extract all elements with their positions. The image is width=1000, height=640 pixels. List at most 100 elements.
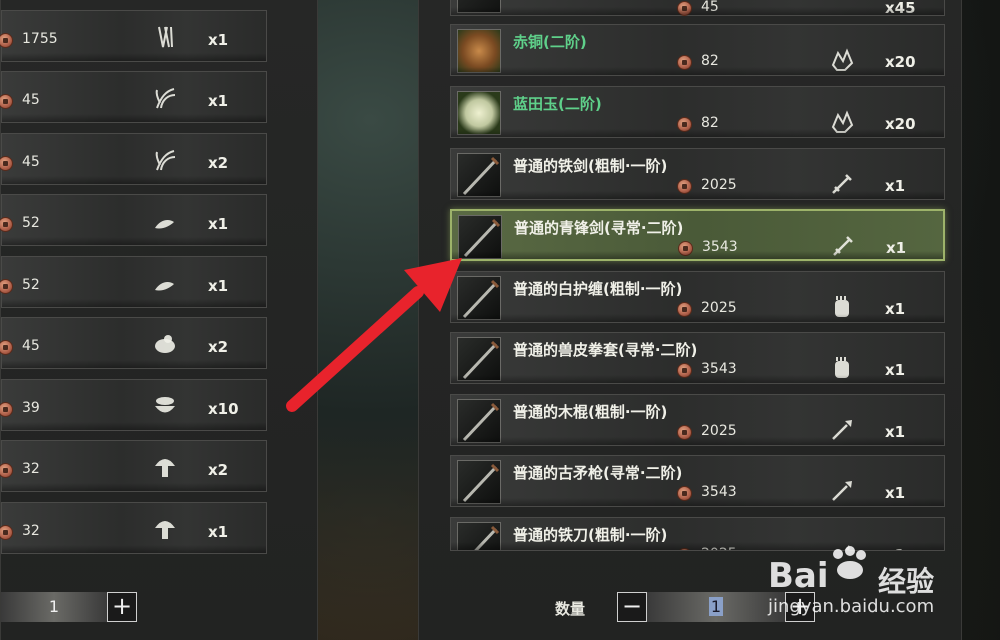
watermark-brand: Bai [768, 556, 829, 596]
item-name: 普通的铁刀(粗制·一阶) [513, 526, 668, 544]
item-quantity: x1 [208, 92, 229, 110]
coin-icon [677, 486, 692, 501]
coin-icon [0, 340, 13, 355]
baidu-jingyan-watermark: Bai 经验 jingyan.baidu.com [768, 546, 988, 638]
left-quantity-field[interactable]: 1 [1, 592, 107, 622]
item-quantity: x2 [208, 338, 229, 356]
left-quantity-bar: 1 + [1, 588, 301, 628]
herb-icon [155, 150, 176, 171]
fish-icon [155, 276, 174, 291]
item-quantity: x20 [885, 53, 916, 71]
item-price: 82 [701, 115, 719, 131]
list-item[interactable]: 普通的木棍(粗制·一阶) 2025 x1 [450, 394, 945, 446]
item-price: 3543 [701, 484, 737, 500]
bowl-icon [155, 397, 175, 413]
coin-icon [677, 302, 692, 317]
fist-icon [835, 357, 849, 378]
item-name: 普通的古矛枪(寻常·二阶) [513, 464, 683, 482]
tree-bark-icon [158, 26, 173, 48]
coin-icon [0, 402, 13, 417]
coin-icon [677, 548, 692, 550]
list-item[interactable]: 52 x1 [0, 256, 267, 308]
sword-icon [833, 236, 853, 256]
food-icon [155, 335, 175, 353]
list-item[interactable]: 45 x2 [0, 133, 267, 185]
item-price: 2025 [701, 546, 737, 550]
list-item[interactable]: 普通的兽皮拳套(寻常·二阶) 3543 x1 [450, 332, 945, 384]
right-quantity-field[interactable]: 1 [647, 592, 785, 622]
list-item[interactable]: 45 x1 [0, 71, 267, 123]
item-thumbnail [457, 153, 501, 197]
item-quantity: x45 [885, 0, 916, 17]
item-price: 2025 [701, 177, 737, 193]
fish-icon [155, 214, 174, 229]
item-price: 52 [22, 277, 40, 293]
weapon-thumbnail-icon [462, 463, 500, 503]
item-name: 普通的青锋剑(寻常·二阶) [514, 219, 684, 237]
coin-icon [0, 463, 13, 478]
coin-icon [677, 117, 692, 132]
item-quantity: x2 [208, 461, 229, 479]
item-quantity: x1 [208, 215, 229, 233]
watermark-url: jingyan.baidu.com [768, 596, 935, 617]
fist-icon [835, 296, 849, 317]
list-item[interactable]: 普通的白护缠(粗制·一阶) 2025 x1 [450, 271, 945, 323]
item-name: 普通的木棍(粗制·一阶) [513, 403, 668, 421]
item-quantity: x1 [885, 361, 906, 379]
list-item[interactable]: 45 x2 [0, 317, 267, 369]
list-item[interactable]: 32 x1 [0, 502, 267, 554]
item-quantity: x1 [208, 31, 229, 49]
item-quantity: x1 [885, 423, 906, 441]
item-price: 45 [22, 92, 40, 108]
item-name: 蓝田玉(二阶) [513, 95, 602, 113]
herb-icon [155, 88, 176, 109]
list-item[interactable]: 蓝田玉(二阶) 82 x20 [450, 86, 945, 138]
item-thumbnail [457, 29, 501, 73]
list-item-selected[interactable]: 普通的青锋剑(寻常·二阶) 3543 x1 [450, 209, 945, 261]
item-quantity: x1 [885, 177, 906, 195]
list-item[interactable]: 赤铜(二阶) 82 x20 [450, 24, 945, 76]
item-name: 普通的白护缠(粗制·一阶) [513, 280, 683, 298]
list-item-partial[interactable]: 45 x45 [450, 0, 945, 17]
item-thumbnail [457, 0, 501, 13]
item-price: 45 [701, 0, 719, 15]
item-thumbnail [457, 276, 501, 320]
ore-icon [831, 48, 854, 71]
coin-icon [677, 179, 692, 194]
list-item[interactable]: 52 x1 [0, 194, 267, 246]
list-item[interactable]: 普通的古矛枪(寻常·二阶) 3543 x1 [450, 455, 945, 507]
item-price: 52 [22, 215, 40, 231]
quantity-label: 数量 [555, 600, 586, 618]
item-price: 3543 [702, 239, 738, 255]
item-price: 1755 [22, 31, 58, 47]
spear-icon [832, 481, 852, 501]
item-quantity: x1 [885, 300, 906, 318]
item-quantity: x20 [885, 115, 916, 133]
weapon-thumbnail-icon [462, 402, 500, 442]
list-item[interactable]: 32 x2 [0, 440, 267, 492]
item-price: 32 [22, 523, 40, 539]
left-increase-button[interactable]: + [107, 592, 137, 622]
item-price: 2025 [701, 300, 737, 316]
item-quantity: x2 [208, 154, 229, 172]
list-item[interactable]: 1755 x1 [0, 10, 267, 62]
decrease-button[interactable]: − [617, 592, 647, 622]
coin-icon [0, 156, 13, 171]
coin-icon [0, 525, 13, 540]
item-name: 普通的铁剑(粗制·一阶) [513, 157, 668, 175]
list-item[interactable]: 39 x10 [0, 379, 267, 431]
ore-icon [831, 110, 854, 133]
coin-icon [677, 425, 692, 440]
coin-icon [677, 55, 692, 70]
sword-icon [832, 174, 852, 194]
weapon-thumbnail-icon [474, 525, 500, 550]
coin-icon [0, 94, 13, 109]
coin-icon [678, 241, 693, 256]
mushroom-icon [155, 459, 175, 477]
item-quantity: x1 [885, 484, 906, 502]
item-thumbnail [458, 215, 502, 259]
spear-icon [832, 420, 852, 440]
item-price: 45 [22, 154, 40, 170]
list-item[interactable]: 普通的铁剑(粗制·一阶) 2025 x1 [450, 148, 945, 200]
item-thumbnail [457, 460, 501, 504]
